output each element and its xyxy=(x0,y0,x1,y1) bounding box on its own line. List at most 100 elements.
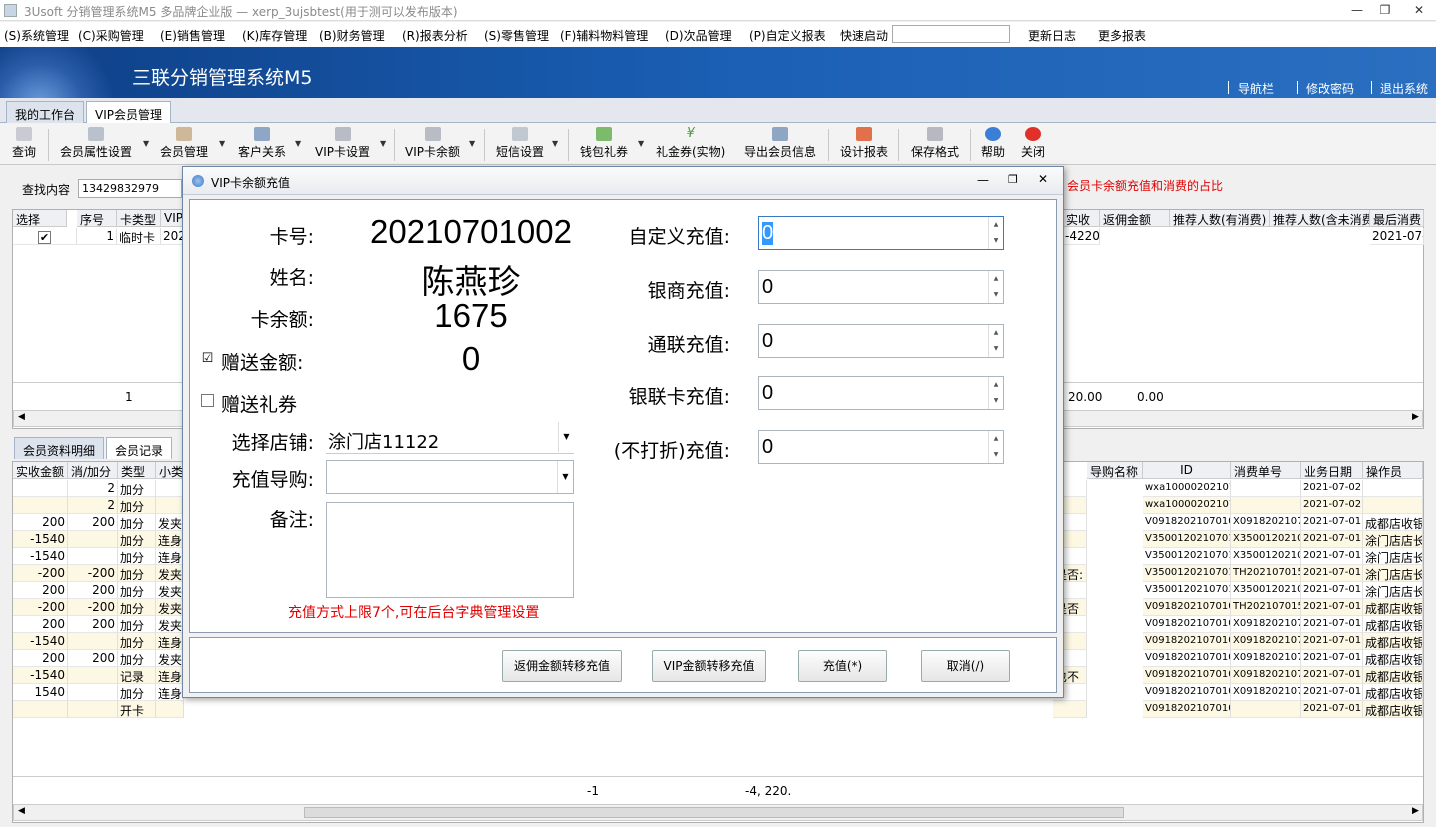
vip-balance-button[interactable]: VIP卡余额 xyxy=(405,127,460,160)
changelog-link[interactable]: 更新日志 xyxy=(1028,27,1076,44)
spin-buttons[interactable]: ▲ ▼ xyxy=(988,431,1003,463)
col-type[interactable]: 类型 xyxy=(118,462,156,479)
change-password-link[interactable]: 修改密码 xyxy=(1306,80,1354,97)
dialog-restore-icon[interactable]: ❐ xyxy=(1008,173,1018,186)
spin-up-icon[interactable]: ▲ xyxy=(989,325,1003,341)
menu-finance[interactable]: (B)财务管理 xyxy=(319,27,385,44)
chevron-down-icon[interactable]: ▼ xyxy=(219,139,225,148)
col-card-type[interactable]: 卡类型 xyxy=(117,210,161,227)
menu-retail[interactable]: (S)零售管理 xyxy=(484,27,549,44)
close-window-button[interactable]: ✕ xyxy=(1406,2,1432,19)
recharge-amount-input[interactable]: 0 ▲ ▼ xyxy=(758,324,1004,358)
wallet-coupon-button[interactable]: 钱包礼券 xyxy=(580,127,628,160)
col-date[interactable]: 业务日期 xyxy=(1301,462,1363,479)
menu-reports[interactable]: (R)报表分析 xyxy=(402,27,468,44)
menu-inventory[interactable]: (K)库存管理 xyxy=(242,27,307,44)
col-paid[interactable]: 实收 xyxy=(1063,210,1100,227)
scroll-right-icon[interactable]: ▶ xyxy=(1412,806,1419,816)
col-seq[interactable]: 序号 xyxy=(77,210,117,227)
query-button[interactable]: 查询 xyxy=(12,127,36,160)
chevron-down-icon[interactable]: ▼ xyxy=(143,139,149,148)
save-format-button[interactable]: 保存格式 xyxy=(911,127,959,160)
sms-settings-button[interactable]: 短信设置 xyxy=(496,127,544,160)
col-subtype[interactable]: 小类 xyxy=(156,462,184,479)
customer-relation-button[interactable]: 客户关系 xyxy=(238,127,286,160)
chevron-down-icon[interactable]: ▼ xyxy=(557,461,573,493)
col-select[interactable]: 选择 xyxy=(13,210,67,227)
spin-buttons[interactable]: ▲ ▼ xyxy=(988,325,1003,357)
row-select-cell[interactable]: ✔ xyxy=(13,228,77,245)
gift-coupon-button[interactable]: ¥ 礼金券(实物) xyxy=(656,127,725,160)
dialog-close-icon[interactable]: ✕ xyxy=(1038,172,1048,186)
col-paid-amount[interactable]: 实收金额 xyxy=(13,462,68,479)
member-mgmt-button[interactable]: 会员管理 xyxy=(160,127,208,160)
quick-start-input[interactable] xyxy=(892,25,1010,43)
vip-transfer-button[interactable]: VIP金额转移充值 xyxy=(652,650,766,682)
chevron-down-icon[interactable]: ▼ xyxy=(552,139,558,148)
scroll-left-icon[interactable]: ◀ xyxy=(18,806,25,816)
col-id[interactable]: ID xyxy=(1143,462,1231,479)
close-button[interactable]: 关闭 xyxy=(1021,127,1045,160)
gift-amount-label[interactable]: 赠送金额: xyxy=(221,348,303,375)
spin-down-icon[interactable]: ▼ xyxy=(989,233,1003,249)
tab-member-detail[interactable]: 会员资料明细 xyxy=(14,437,105,459)
member-attr-button[interactable]: 会员属性设置 xyxy=(60,127,132,160)
spin-buttons[interactable]: ▲ ▼ xyxy=(988,377,1003,409)
chevron-down-icon[interactable]: ▼ xyxy=(295,139,301,148)
spin-up-icon[interactable]: ▲ xyxy=(989,377,1003,393)
remark-textarea[interactable] xyxy=(326,502,574,598)
recharge-amount-input[interactable]: 0 ▲ ▼ xyxy=(758,216,1004,250)
col-referrals-paid[interactable]: 推荐人数(有消费) xyxy=(1170,210,1270,227)
scroll-thumb[interactable] xyxy=(304,807,1124,818)
minimize-button[interactable]: — xyxy=(1344,2,1370,19)
gift-amount-checkbox[interactable]: ☑ xyxy=(201,352,214,366)
recharge-amount-input[interactable]: 0 ▲ ▼ xyxy=(758,430,1004,464)
search-input[interactable]: 13429832979 xyxy=(78,179,182,198)
design-report-button[interactable]: 设计报表 xyxy=(840,127,888,160)
guide-select[interactable]: ▼ xyxy=(326,460,574,494)
menu-defects[interactable]: (D)次品管理 xyxy=(665,27,732,44)
scroll-left-icon[interactable]: ◀ xyxy=(18,412,25,422)
gift-coupon-checkbox[interactable] xyxy=(201,394,214,407)
spin-up-icon[interactable]: ▲ xyxy=(989,431,1003,447)
spin-down-icon[interactable]: ▼ xyxy=(989,341,1003,357)
spin-buttons[interactable]: ▲ ▼ xyxy=(988,271,1003,303)
help-button[interactable]: 帮助 xyxy=(981,127,1005,160)
col-points[interactable]: 消/加分 xyxy=(68,462,118,479)
recharge-amount-input[interactable]: 0 ▲ ▼ xyxy=(758,376,1004,410)
spin-buttons[interactable]: ▲ ▼ xyxy=(988,217,1003,249)
lower-hscroll[interactable]: ◀ ▶ xyxy=(13,804,1423,821)
col-guide[interactable]: 导购名称 xyxy=(1087,462,1143,479)
store-select[interactable]: 涂门店11122 ▼ xyxy=(326,422,574,454)
more-reports-link[interactable]: 更多报表 xyxy=(1098,27,1146,44)
chevron-down-icon[interactable]: ▼ xyxy=(638,139,644,148)
dialog-minimize-icon[interactable]: — xyxy=(977,173,989,187)
col-order-no[interactable]: 消费单号 xyxy=(1231,462,1301,479)
spin-up-icon[interactable]: ▲ xyxy=(989,217,1003,233)
spin-down-icon[interactable]: ▼ xyxy=(989,447,1003,463)
logout-link[interactable]: 退出系统 xyxy=(1380,80,1428,97)
menu-materials[interactable]: (F)辅料物料管理 xyxy=(560,27,648,44)
row-checkbox[interactable]: ✔ xyxy=(38,231,51,244)
vip-card-settings-button[interactable]: VIP卡设置 xyxy=(315,127,370,160)
chevron-down-icon[interactable]: ▼ xyxy=(558,422,574,452)
scroll-right-icon[interactable]: ▶ xyxy=(1412,412,1419,422)
gift-coupon-label[interactable]: 赠送礼券 xyxy=(221,390,297,417)
chevron-down-icon[interactable]: ▼ xyxy=(380,139,386,148)
tab-workbench[interactable]: 我的工作台 xyxy=(6,101,85,123)
menu-sales[interactable]: (E)销售管理 xyxy=(160,27,225,44)
spin-up-icon[interactable]: ▲ xyxy=(989,271,1003,287)
col-rebate[interactable]: 返佣金额 xyxy=(1100,210,1170,227)
export-member-button[interactable]: 导出会员信息 xyxy=(744,127,816,160)
menu-custom-reports[interactable]: (P)自定义报表 xyxy=(749,27,826,44)
chevron-down-icon[interactable]: ▼ xyxy=(469,139,475,148)
recharge-button[interactable]: 充值(*) xyxy=(798,650,887,682)
menu-system[interactable]: (S)系统管理 xyxy=(4,27,69,44)
nav-bar-link[interactable]: 导航栏 xyxy=(1238,80,1274,97)
recharge-amount-input[interactable]: 0 ▲ ▼ xyxy=(758,270,1004,304)
spin-down-icon[interactable]: ▼ xyxy=(989,393,1003,409)
tab-member-records[interactable]: 会员记录 xyxy=(106,437,173,459)
rebate-transfer-button[interactable]: 返佣金额转移充值 xyxy=(502,650,622,682)
cancel-button[interactable]: 取消(/) xyxy=(921,650,1010,682)
col-referrals-all[interactable]: 推荐人数(含未消费) xyxy=(1270,210,1370,227)
